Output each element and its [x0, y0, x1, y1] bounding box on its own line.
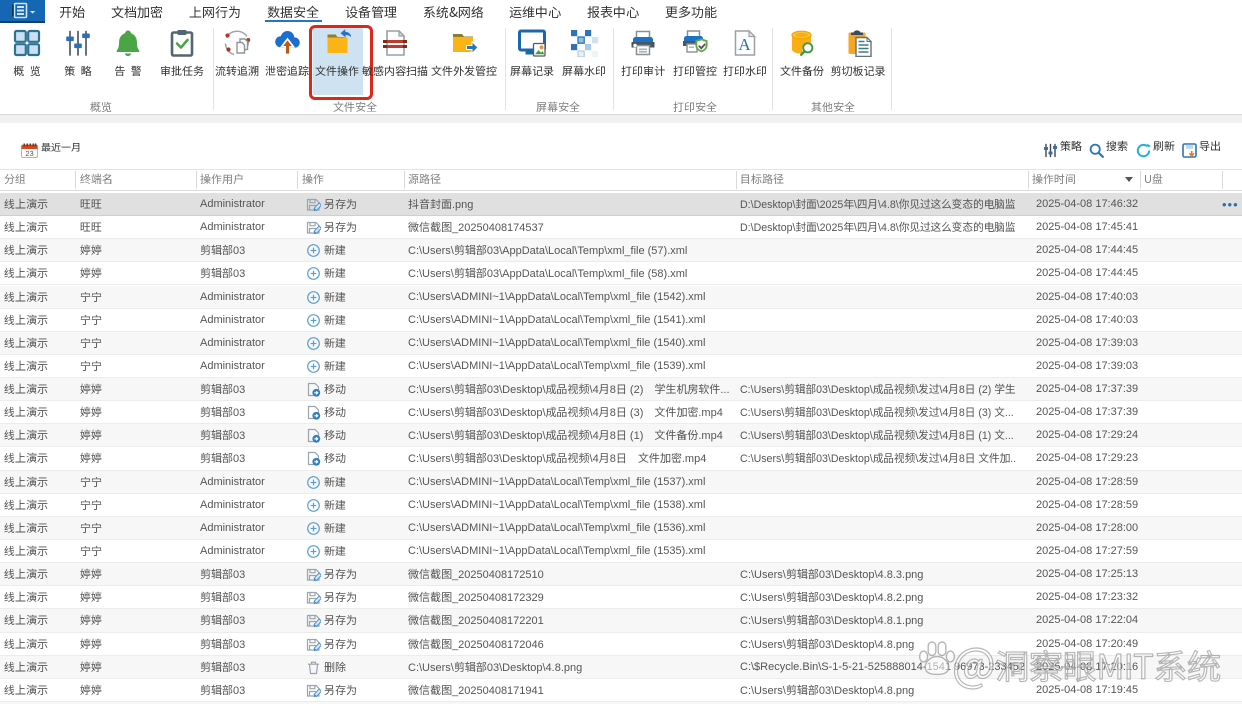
svg-text:23: 23 [25, 149, 33, 158]
svg-text:A: A [738, 35, 751, 54]
